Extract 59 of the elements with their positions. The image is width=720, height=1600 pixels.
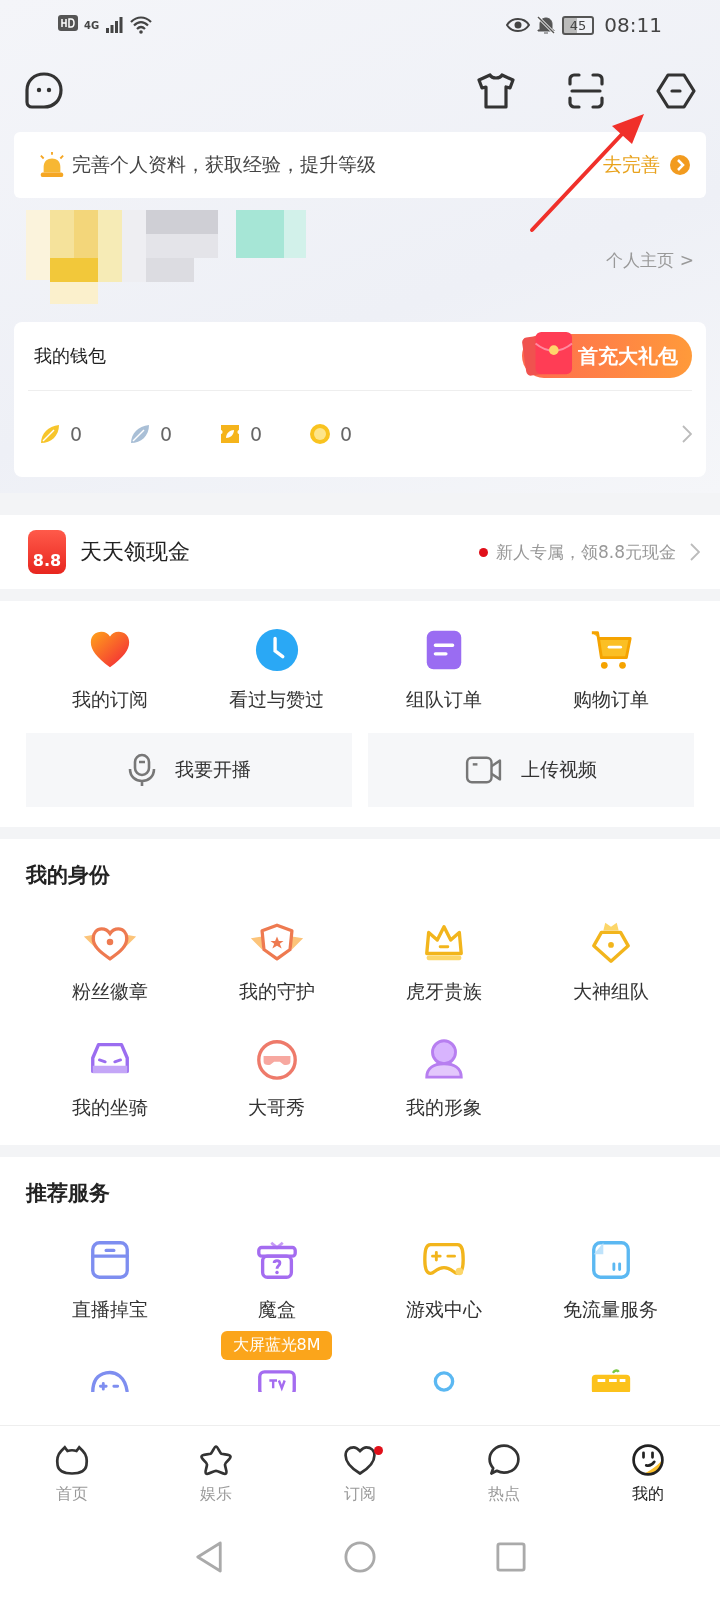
identity-label[interactable]: 大哥秀 xyxy=(248,1095,305,1121)
battery-level: 45 xyxy=(561,15,595,35)
scan-icon[interactable] xyxy=(566,71,606,111)
balance-value: 0 xyxy=(250,423,263,445)
chat-face-icon[interactable] xyxy=(24,71,64,111)
tip-text: 完善个人资料，获取经验，提升等级 xyxy=(72,152,377,177)
feather-icon xyxy=(128,422,152,446)
clock-time: 08:11 xyxy=(604,13,662,37)
section-title: 推荐服务 xyxy=(26,1180,111,1207)
service-label[interactable]: 免流量服务 xyxy=(563,1297,658,1323)
identity-label[interactable]: 大神组队 xyxy=(572,979,649,1005)
identity-label[interactable]: 我的形象 xyxy=(405,1095,482,1121)
ticket-icon xyxy=(218,422,242,446)
settings-icon[interactable] xyxy=(656,71,696,111)
identity-label[interactable]: 粉丝徽章 xyxy=(71,979,148,1005)
chat-bubble-icon xyxy=(486,1441,522,1478)
service-label[interactable]: 魔盒 xyxy=(257,1297,296,1323)
balance-value: 0 xyxy=(160,423,173,445)
smile-face-icon xyxy=(630,1441,666,1478)
nav-tab[interactable]: 我的 xyxy=(576,1426,720,1520)
cash-title: 天天领现金 xyxy=(80,538,190,566)
notice-dot xyxy=(478,547,488,557)
network-type: 4G xyxy=(84,19,100,31)
quick-link-label[interactable]: 组队订单 xyxy=(405,687,482,713)
balance-value: 0 xyxy=(340,423,353,445)
clock-icon[interactable] xyxy=(253,627,300,673)
quick-link-label[interactable]: 购物订单 xyxy=(572,687,649,713)
chevron-right-icon[interactable] xyxy=(682,425,692,443)
signal-icon xyxy=(105,17,124,33)
identity-label[interactable]: 我的坐骑 xyxy=(71,1095,148,1121)
start-live-button[interactable]: 我要开播 xyxy=(26,733,352,807)
recents-icon[interactable] xyxy=(496,1542,526,1572)
wallet-title: 我的钱包 xyxy=(33,344,106,368)
eye-icon xyxy=(505,17,530,33)
promo-tooltip: 大屏蓝光8M xyxy=(220,1331,333,1360)
video-camera-icon xyxy=(465,755,503,785)
back-icon[interactable] xyxy=(194,1540,224,1574)
bell-icon xyxy=(38,152,66,178)
coin-icon xyxy=(308,422,332,446)
identity-label[interactable]: 虎牙贵族 xyxy=(405,979,482,1005)
chevron-right-icon xyxy=(690,543,700,561)
section-title: 我的身份 xyxy=(26,862,111,889)
microphone-icon xyxy=(127,753,157,787)
cash-note: 新人专属，领8.8元现金 xyxy=(495,540,676,564)
home-icon[interactable] xyxy=(344,1541,376,1573)
service-label[interactable]: 游戏中心 xyxy=(405,1297,482,1323)
identity-label[interactable]: 我的守护 xyxy=(238,979,315,1005)
tshirt-icon[interactable] xyxy=(476,71,516,111)
quick-link-label[interactable]: 看过与赞过 xyxy=(229,687,324,713)
bell-muted-icon xyxy=(535,15,556,35)
upload-video-button[interactable]: 上传视频 xyxy=(368,733,694,807)
wifi-icon xyxy=(129,16,154,34)
balance-value: 0 xyxy=(70,423,83,445)
envelope-icon: 8.8 xyxy=(28,530,66,574)
leaf-icon xyxy=(38,422,62,446)
cash-reward-row[interactable]: 8.8 天天领现金 新人专属，领8.8元现金 xyxy=(0,515,720,589)
service-label[interactable]: 直播掉宝 xyxy=(71,1297,148,1323)
quick-link-label[interactable]: 我的订阅 xyxy=(71,687,148,713)
chevron-right-icon xyxy=(670,155,690,175)
